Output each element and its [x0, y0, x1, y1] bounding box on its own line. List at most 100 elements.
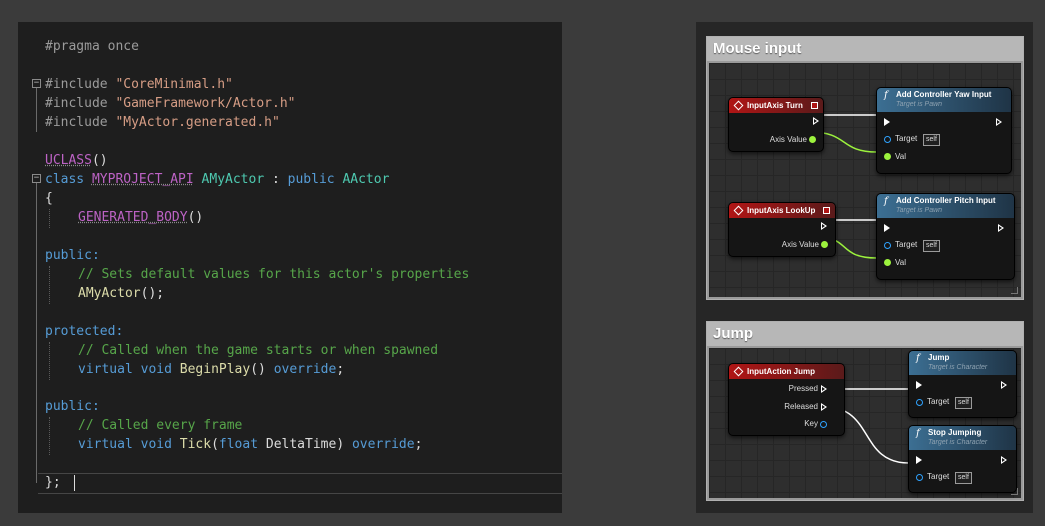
code-line-open-brace: { — [45, 189, 53, 208]
event-output-delegate-icon[interactable] — [811, 102, 818, 109]
function-subtitle: Target is Pawn — [896, 101, 943, 108]
function-subtitle: Target is Character — [928, 364, 988, 371]
event-header[interactable]: InputAxis LookUp — [729, 203, 835, 218]
code-line-constructor: AMyActor(); — [78, 284, 164, 303]
object-input-pin[interactable] — [884, 136, 891, 143]
open-brace: { — [45, 191, 53, 206]
base-class-name: AActor — [342, 172, 390, 187]
float-output-pin[interactable] — [809, 136, 816, 143]
exec-input-pin[interactable] — [884, 118, 890, 126]
code-line-beginplay: virtual void BeginPlay() override; — [78, 360, 344, 379]
function-node-stop-jumping[interactable]: f Stop Jumping Target is Character Targe… — [908, 425, 1017, 493]
object-input-pin[interactable] — [916, 399, 923, 406]
function-node-jump[interactable]: f Jump Target is Character Target self — [908, 350, 1017, 418]
pin-label-val: Val — [895, 152, 906, 161]
exec-output-pin-released[interactable] — [821, 403, 827, 411]
event-output-delegate-icon[interactable] — [823, 207, 830, 214]
event-node-inputaction-jump[interactable]: InputAction Jump Pressed Released Key — [728, 363, 845, 436]
override-keyword: override — [273, 362, 337, 377]
float-input-pin[interactable] — [884, 153, 891, 160]
float-input-pin[interactable] — [884, 259, 891, 266]
code-line-comment-1: // Sets default values for this actor's … — [78, 265, 469, 284]
comment-resize-grip[interactable] — [1011, 488, 1018, 495]
self-default-value[interactable]: self — [923, 134, 940, 146]
access-specifier: public: — [45, 248, 100, 263]
exec-output-pin[interactable] — [998, 224, 1004, 232]
exec-output-pin[interactable] — [813, 117, 819, 125]
graph-grid[interactable]: InputAxis Turn Axis Value f Add Controll… — [709, 63, 1021, 297]
event-header[interactable]: InputAction Jump — [729, 364, 844, 379]
function-icon: f — [916, 428, 920, 439]
function-header[interactable]: f Stop Jumping Target is Character — [909, 426, 1016, 450]
class-keyword: class — [45, 172, 85, 187]
function-header[interactable]: f Add Controller Pitch Input Target is P… — [877, 194, 1014, 218]
class-name: AMyActor — [201, 172, 265, 187]
include-file: "GameFramework/Actor.h" — [115, 96, 296, 111]
function-header[interactable]: f Add Controller Yaw Input Target is Paw… — [877, 88, 1011, 112]
float-output-pin[interactable] — [821, 241, 828, 248]
object-input-pin[interactable] — [916, 474, 923, 481]
self-default-value[interactable]: self — [955, 472, 972, 484]
uclass-macro: UCLASS — [45, 153, 92, 168]
function-icon: f — [884, 196, 888, 207]
comment-title[interactable]: Jump — [707, 322, 1023, 346]
function-node-add-controller-pitch-input[interactable]: f Add Controller Pitch Input Target is P… — [876, 193, 1015, 280]
self-default-value[interactable]: self — [923, 240, 940, 252]
include-file: "CoreMinimal.h" — [115, 77, 233, 92]
fold-toggle-includes[interactable]: − — [32, 79, 41, 88]
pin-label-pressed: Pressed — [788, 384, 818, 393]
code-comment: // Called every frame — [78, 418, 243, 433]
comment-box-jump[interactable]: Jump InputAction Jump Pressed Released K… — [706, 321, 1024, 501]
pin-label-key: Key — [804, 419, 818, 428]
function-title: Jump — [928, 353, 950, 362]
graph-grid[interactable]: InputAction Jump Pressed Released Key f … — [709, 348, 1021, 498]
exec-output-pin[interactable] — [1001, 456, 1007, 464]
void-keyword: void — [140, 362, 172, 377]
override-keyword: override — [351, 437, 415, 452]
float-keyword: float — [218, 437, 259, 452]
code-line-generated-body: GENERATED_BODY() — [78, 208, 203, 227]
event-header[interactable]: InputAxis Turn — [729, 98, 823, 113]
comment-box-mouse-input[interactable]: Mouse input InputAxis Turn Axis Value f … — [706, 36, 1024, 300]
indent-guide — [49, 209, 50, 228]
exec-output-pin-pressed[interactable] — [821, 385, 827, 393]
uclass-parens: () — [91, 153, 108, 168]
event-node-inputaxis-lookup[interactable]: InputAxis LookUp Axis Value — [728, 202, 836, 257]
comment-resize-grip[interactable] — [1011, 287, 1018, 294]
exec-input-pin[interactable] — [884, 224, 890, 232]
pin-label-released: Released — [784, 402, 818, 411]
event-diamond-icon — [733, 100, 744, 111]
tick-parameter: DeltaTime) — [258, 437, 352, 452]
exec-output-pin[interactable] — [1001, 381, 1007, 389]
include-file: "MyActor.generated.h" — [115, 115, 280, 130]
pin-label-axis-value: Axis Value — [781, 240, 819, 249]
pin-label-target: Target — [927, 472, 950, 481]
self-default-value[interactable]: self — [955, 397, 972, 409]
pin-label-target: Target — [895, 240, 918, 249]
pin-label-target: Target — [927, 397, 950, 406]
object-input-pin[interactable] — [884, 242, 891, 249]
indent-guide — [49, 342, 50, 380]
code-line-public-1: public: — [45, 246, 100, 265]
fold-toggle-class[interactable]: − — [32, 174, 41, 183]
struct-output-pin-key[interactable] — [820, 421, 827, 428]
code-line-comment-3: // Called every frame — [78, 416, 242, 435]
public-keyword: public — [287, 172, 335, 187]
beginplay-parens: () — [250, 362, 274, 377]
code-line-protected: protected: — [45, 322, 123, 341]
exec-input-pin[interactable] — [916, 456, 922, 464]
code-line-class: class MYPROJECT_API AMyActor : public AA… — [45, 170, 389, 189]
exec-output-pin[interactable] — [821, 222, 827, 230]
function-header[interactable]: f Jump Target is Character — [909, 351, 1016, 375]
code-line-include-3: #include "MyActor.generated.h" — [45, 113, 280, 132]
void-keyword: void — [140, 437, 172, 452]
event-node-inputaxis-turn[interactable]: InputAxis Turn Axis Value — [728, 97, 824, 152]
constructor-tail: (); — [140, 286, 165, 301]
exec-input-pin[interactable] — [916, 381, 922, 389]
blueprint-graph[interactable]: Mouse input InputAxis Turn Axis Value f … — [696, 22, 1033, 513]
code-comment: // Sets default values for this actor's … — [78, 267, 470, 282]
code-editor[interactable]: #pragma once − #include "CoreMinimal.h" … — [18, 22, 562, 513]
exec-output-pin[interactable] — [996, 118, 1002, 126]
comment-title[interactable]: Mouse input — [707, 37, 1023, 61]
function-node-add-controller-yaw-input[interactable]: f Add Controller Yaw Input Target is Paw… — [876, 87, 1012, 174]
